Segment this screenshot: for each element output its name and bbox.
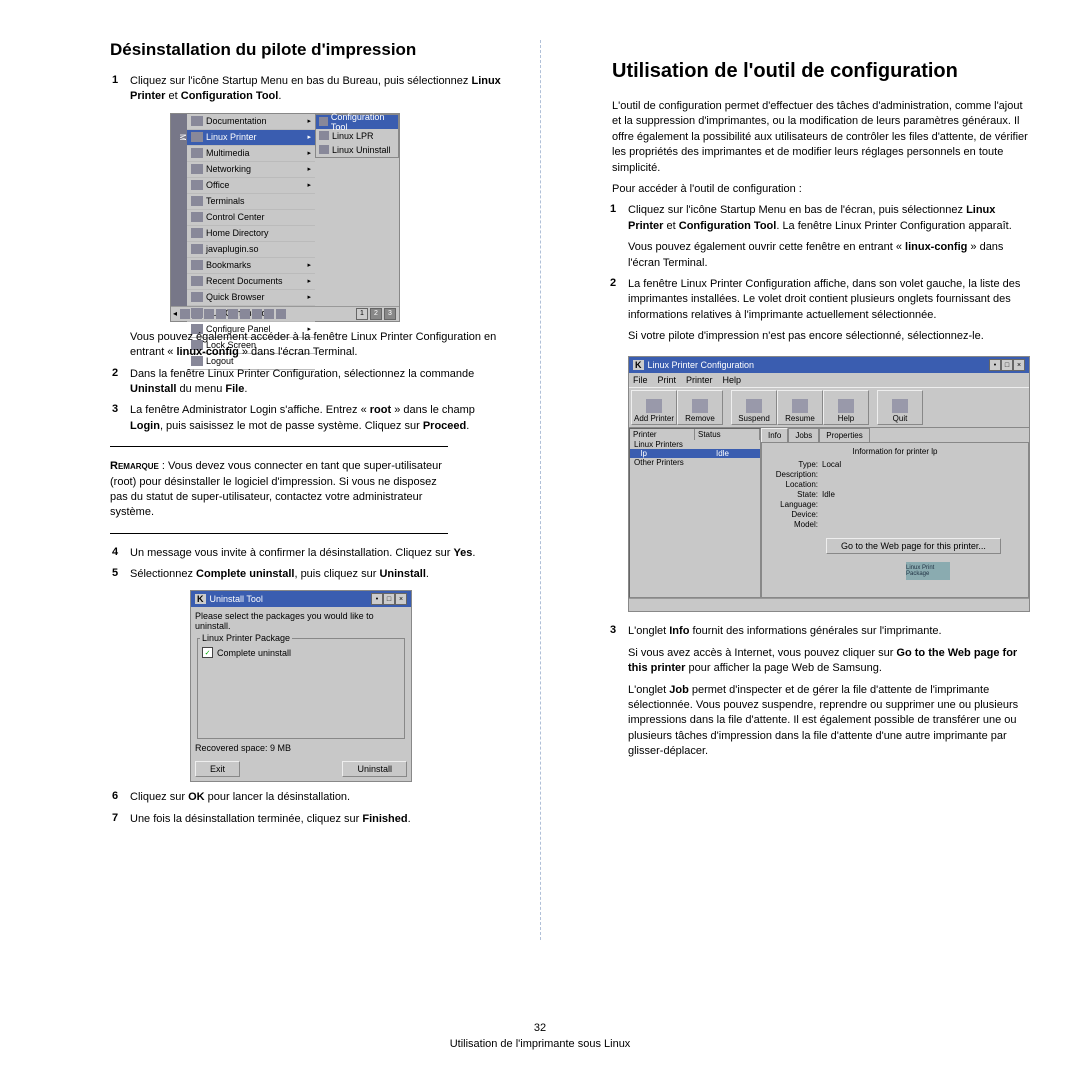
taskbar: ◂ 1 2 3: [171, 306, 399, 321]
uninstall-button[interactable]: Uninstall: [342, 761, 407, 777]
uninstall-tool-screenshot: KUninstall Tool•□× Please select the pac…: [190, 590, 412, 782]
r-step-3: 3 L'onglet Info fournit des informations…: [610, 624, 1030, 639]
step-6: 6 Cliquez sur OK pour lancer la désinsta…: [112, 790, 508, 805]
step-1: 1 Cliquez sur l'icône Startup Menu en ba…: [112, 74, 508, 105]
quit-button[interactable]: Quit: [877, 390, 923, 425]
tab-info[interactable]: Info: [761, 428, 788, 442]
step-3: 3 La fenêtre Administrator Login s'affic…: [112, 403, 508, 434]
left-column: Désinstallation du pilote d'impression 1…: [50, 40, 508, 940]
step-4: 4 Un message vous invite à confirmer la …: [112, 546, 508, 561]
resume-button[interactable]: Resume: [777, 390, 823, 425]
tab-jobs[interactable]: Jobs: [788, 428, 819, 442]
tab-properties[interactable]: Properties: [819, 428, 869, 442]
exit-button[interactable]: Exit: [195, 761, 240, 777]
step-2: 2 Dans la fenêtre Linux Printer Configur…: [112, 367, 508, 398]
step-7: 7 Une fois la désinstallation terminée, …: [112, 812, 508, 827]
step-5: 5 Sélectionnez Complete uninstall, puis …: [112, 567, 508, 582]
logo-icon: Linux Print Package: [906, 562, 950, 580]
remark-note: Remarque : Vous devez vous connecter en …: [110, 459, 448, 521]
after-menu-text: Vous pouvez également accéder à la fenêt…: [130, 330, 508, 361]
lpc-screenshot: KLinux Printer Configuration•□× FilePrin…: [628, 356, 1030, 612]
go-web-button[interactable]: Go to the Web page for this printer...: [826, 538, 1001, 554]
help-button[interactable]: Help: [823, 390, 869, 425]
right-column: Utilisation de l'outil de configuration …: [548, 40, 1030, 940]
r-step-2: 2 La fenêtre Linux Printer Configuration…: [610, 277, 1030, 323]
remove-button[interactable]: Remove: [677, 390, 723, 425]
intro-text: L'outil de configuration permet d'effect…: [612, 99, 1030, 176]
r-step-1: 1 Cliquez sur l'icône Startup Menu en ba…: [610, 203, 1030, 234]
suspend-button[interactable]: Suspend: [731, 390, 777, 425]
startup-menu-screenshot: M Documentation▸Linux Printer▸Multimedia…: [170, 113, 400, 322]
checkbox-icon[interactable]: ✓: [202, 647, 213, 658]
page-footer: 32 Utilisation de l'imprimante sous Linu…: [0, 1022, 1080, 1050]
right-heading: Utilisation de l'outil de configuration: [612, 60, 1030, 83]
access-text: Pour accéder à l'outil de configuration …: [612, 182, 1030, 197]
left-heading: Désinstallation du pilote d'impression: [110, 40, 508, 60]
add-printer-button[interactable]: Add Printer: [631, 390, 677, 425]
